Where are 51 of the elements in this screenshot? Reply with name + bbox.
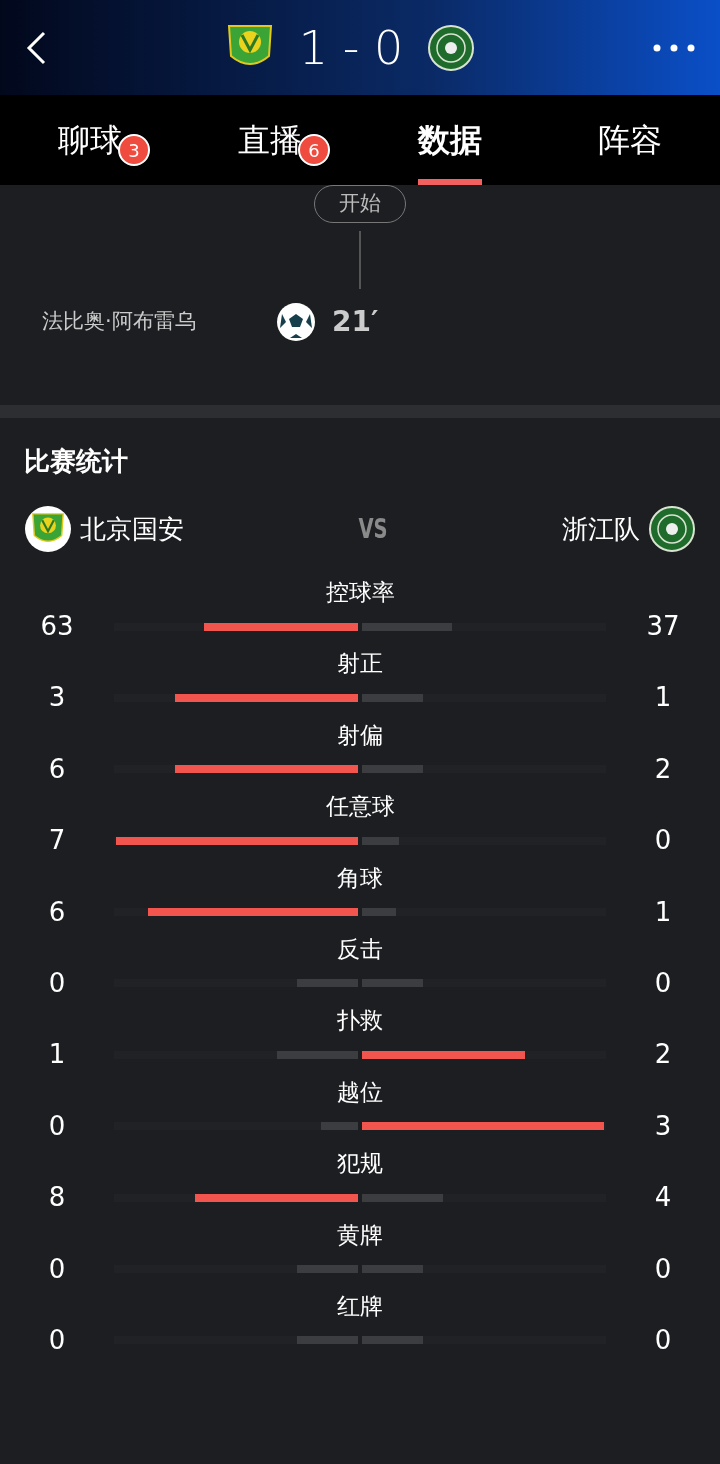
- section-title: 比赛统计: [23, 445, 129, 478]
- stat-value: 0: [47, 966, 67, 1000]
- stat-value: 0: [47, 1252, 67, 1286]
- more-icon: [652, 43, 696, 53]
- stat-value: 0: [653, 966, 673, 1000]
- player-name: 法比奥·阿布雷乌: [41, 307, 197, 335]
- stat-label: 反击: [336, 934, 384, 964]
- stat-value: 8: [47, 1181, 67, 1215]
- team-name: 浙江队: [562, 512, 640, 546]
- stat-value: 1: [47, 1038, 67, 1072]
- stat-value: 2: [653, 752, 673, 786]
- stat-value: 2: [653, 1038, 673, 1072]
- stat-value: 37: [645, 610, 681, 643]
- stat-value: 3: [47, 681, 67, 715]
- stat-value: 7: [47, 824, 67, 858]
- stat-value: 0: [653, 1252, 673, 1286]
- stat-label: 越位: [336, 1077, 384, 1107]
- back-icon: [24, 29, 48, 66]
- team-crest-icon: [427, 23, 476, 72]
- stat-value: 0: [47, 1109, 67, 1143]
- team-name: 北京国安: [80, 512, 184, 546]
- tab[interactable]: 数据: [360, 95, 540, 185]
- stat-label: 黄牌: [336, 1220, 384, 1250]
- stat-label: 控球率: [324, 578, 396, 607]
- stat-label: 任意球: [324, 792, 396, 822]
- score-text: 1 - 0: [298, 24, 404, 71]
- stat-label: 红牌: [336, 1291, 384, 1321]
- back-button[interactable]: [24, 29, 48, 66]
- stat-value: 1: [653, 895, 673, 929]
- tab[interactable]: 阵容: [540, 95, 720, 185]
- stat-value: 63: [39, 610, 75, 643]
- team-crest-icon: [24, 505, 72, 553]
- stat-value: 3: [653, 1109, 673, 1143]
- event-minute: 21′: [332, 303, 379, 340]
- vs-label: VS: [357, 512, 389, 546]
- count-badge: 3: [118, 134, 150, 166]
- stat-value: 6: [47, 752, 67, 786]
- stat-label: 扑救: [336, 1006, 384, 1036]
- stat-value: 0: [653, 824, 673, 858]
- stat-value: 6: [47, 895, 67, 929]
- stat-value: 0: [653, 1323, 673, 1357]
- stat-value: 4: [653, 1181, 673, 1215]
- stat-label: 角球: [336, 863, 384, 893]
- stat-label: 犯规: [336, 1149, 384, 1179]
- soccer-ball-icon: [276, 301, 316, 342]
- tab-underline: [418, 179, 482, 185]
- stat-value: 0: [47, 1323, 67, 1357]
- stat-label: 射偏: [336, 720, 384, 750]
- team-crest-icon: [648, 505, 696, 553]
- stat-label: 射正: [336, 649, 384, 679]
- stat-value: 1: [653, 681, 673, 715]
